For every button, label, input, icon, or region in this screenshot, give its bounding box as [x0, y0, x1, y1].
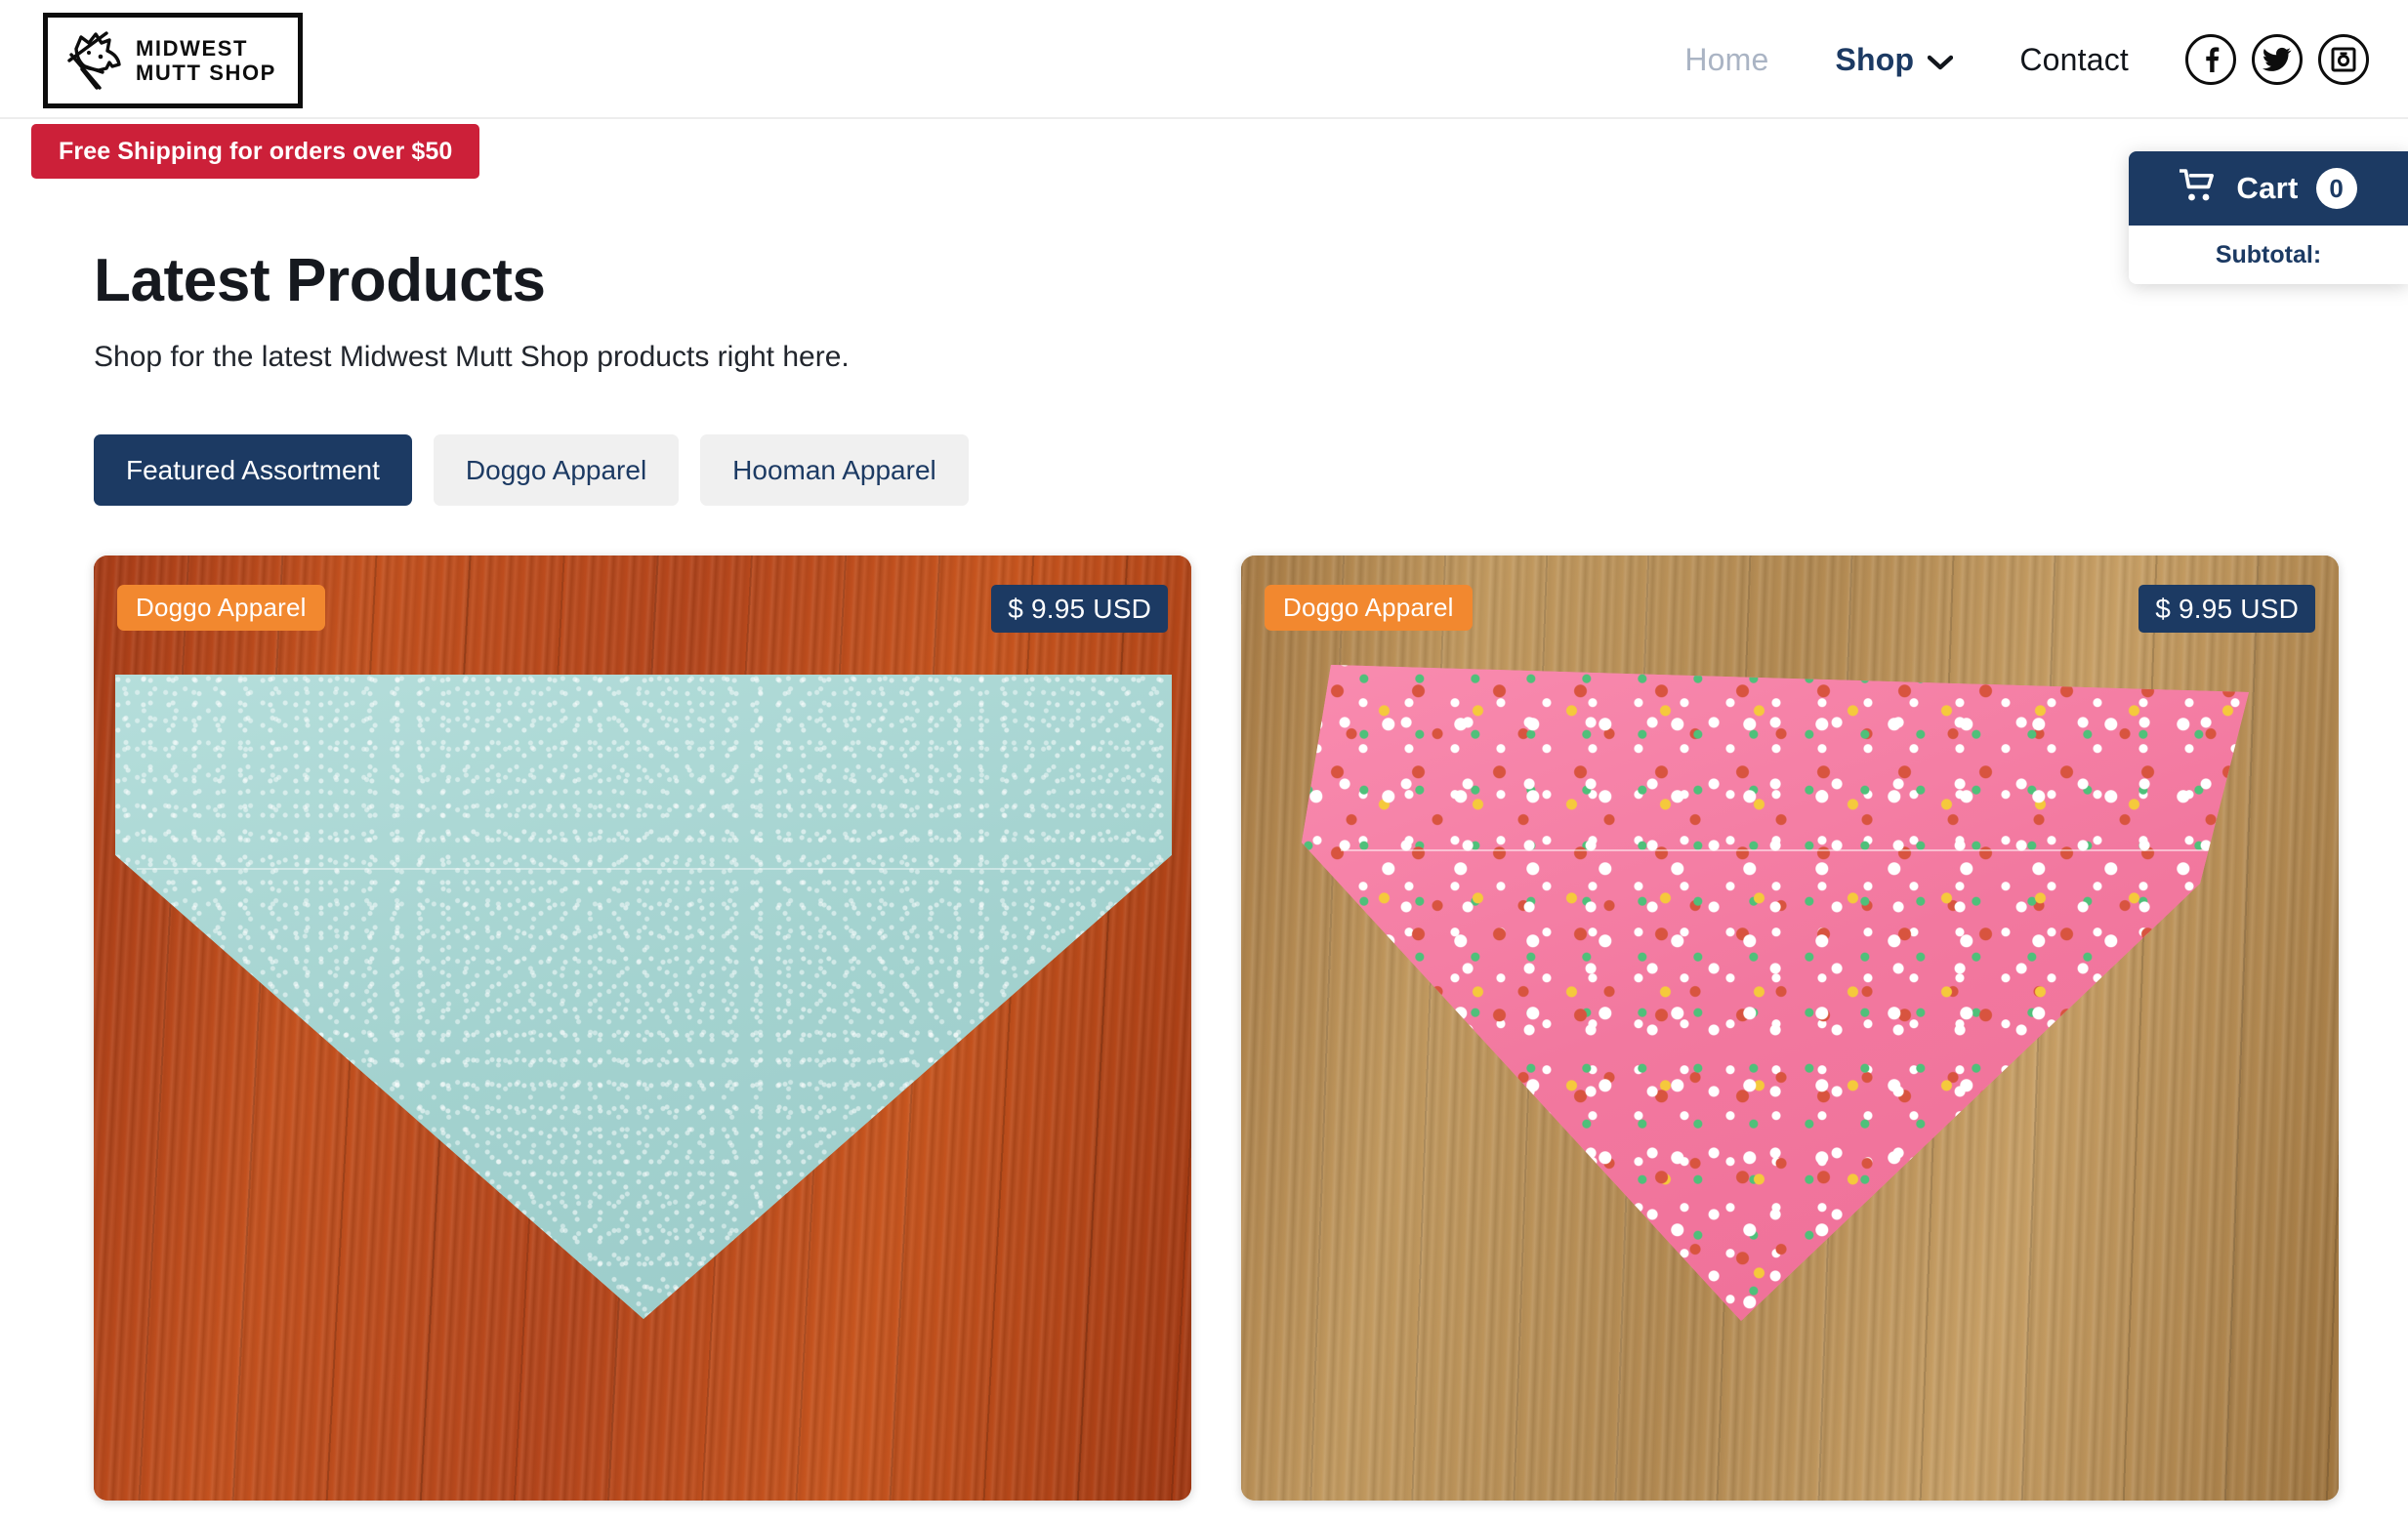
cart-subtotal-label: Subtotal: — [2215, 240, 2322, 268]
tab-featured-assortment[interactable]: Featured Assortment — [94, 434, 412, 506]
product-price-badge: $ 9.95 USD — [991, 585, 1168, 633]
logo-wordmark: MIDWEST MUTT SHOP — [136, 36, 276, 85]
product-image-pink-floral-bandana — [1241, 556, 2339, 1501]
product-price-badge: $ 9.95 USD — [2138, 585, 2315, 633]
nav-link-shop[interactable]: Shop — [1803, 42, 1987, 78]
free-shipping-banner: Free Shipping for orders over $50 — [31, 124, 480, 179]
tab-hooman-apparel[interactable]: Hooman Apparel — [700, 434, 969, 506]
facebook-icon[interactable] — [2185, 34, 2236, 85]
cart-widget: Cart 0 Subtotal: — [2129, 151, 2408, 284]
product-image-teal-bandana — [94, 556, 1191, 1501]
cart-button[interactable]: Cart 0 — [2129, 151, 2408, 226]
tab-doggo-apparel[interactable]: Doggo Apparel — [433, 434, 680, 506]
product-grid: Doggo Apparel $ 9.95 USD Doggo Apparel $… — [94, 556, 2408, 1501]
shopping-cart-icon — [2179, 168, 2219, 209]
nav-link-home[interactable]: Home — [1651, 42, 1802, 78]
cart-subtotal-row: Subtotal: — [2129, 226, 2408, 284]
product-card[interactable]: Doggo Apparel $ 9.95 USD — [1241, 556, 2339, 1501]
dog-head-logo-icon — [63, 27, 126, 94]
nav-link-contact[interactable]: Contact — [1986, 42, 2162, 78]
product-card[interactable]: Doggo Apparel $ 9.95 USD — [94, 556, 1191, 1501]
cart-count-badge: 0 — [2315, 168, 2357, 209]
social-links — [2185, 34, 2369, 85]
page-title: Latest Products — [94, 247, 546, 314]
nav-link-shop-label: Shop — [1835, 41, 1915, 77]
chevron-down-icon — [1928, 42, 1954, 78]
site-header: MIDWEST MUTT SHOP Home Shop Contact — [0, 0, 2408, 119]
twitter-icon[interactable] — [2252, 34, 2303, 85]
cart-label: Cart — [2236, 171, 2299, 205]
category-filter-tabs: Featured Assortment Doggo Apparel Hooman… — [94, 434, 2408, 506]
instagram-icon[interactable] — [2318, 34, 2369, 85]
main-navigation: Home Shop Contact — [1651, 0, 2369, 119]
logo-line-2: MUTT SHOP — [136, 61, 276, 85]
product-category-badge: Doggo Apparel — [117, 585, 325, 631]
site-logo[interactable]: MIDWEST MUTT SHOP — [43, 13, 303, 108]
page-subtitle: Shop for the latest Midwest Mutt Shop pr… — [94, 341, 850, 373]
page-content: Latest Products Shop for the latest Midw… — [0, 178, 2408, 1501]
product-category-badge: Doggo Apparel — [1265, 585, 1473, 631]
logo-line-1: MIDWEST — [136, 36, 249, 61]
